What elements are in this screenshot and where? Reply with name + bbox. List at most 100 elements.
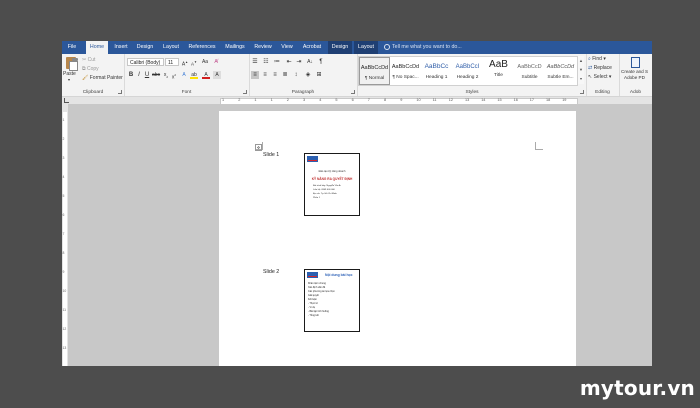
style-name: Heading 2 <box>456 75 479 80</box>
style-title[interactable]: AaB Title <box>483 57 514 85</box>
horizontal-ruler[interactable]: 1 2 1 1 2 3 4 5 6 7 8 9 10 11 12 13 14 15 16 17 18 19 <box>62 97 652 105</box>
increase-indent-icon[interactable]: ⇥ <box>295 58 303 66</box>
slide-2-thumbnail[interactable]: Nội dung bài học Khái niệm chung Xác địn… <box>304 269 360 332</box>
style-no-spacing[interactable]: AaBbCcDd ¶ No Spac... <box>390 57 421 85</box>
ribbon-tab-bar: File Home Insert Design Layout Reference… <box>62 41 652 54</box>
tab-mailings[interactable]: Mailings <box>222 41 248 54</box>
subscript-icon[interactable]: x2 <box>162 71 170 79</box>
style-heading-1[interactable]: AaBbCc Heading 1 <box>421 57 452 85</box>
character-shading-icon[interactable]: A <box>213 71 221 79</box>
slide-2-bullet: - Ví dụ <box>308 306 316 309</box>
multilevel-list-icon[interactable]: ≔ <box>273 58 281 66</box>
tab-references[interactable]: References <box>186 41 218 54</box>
vertical-ruler-number: 2 <box>62 137 65 141</box>
align-center-icon[interactable]: ≡ <box>261 71 269 79</box>
align-right-icon[interactable]: ≡ <box>271 71 279 79</box>
adobe-label-line1: Create and S <box>621 69 649 74</box>
align-left-icon[interactable]: ≡ <box>251 71 259 79</box>
bold-icon[interactable]: B <box>127 71 135 79</box>
superscript-icon[interactable]: x2 <box>170 71 178 81</box>
styles-launcher-icon[interactable] <box>580 90 584 94</box>
tab-design[interactable]: Design <box>134 41 156 54</box>
style-normal[interactable]: AaBbCcDd ¶ Normal <box>359 57 390 85</box>
strikethrough-icon[interactable]: abc <box>152 71 160 79</box>
font-group: Calibri (Body) 11 A▲ A▼ Aa A̸ B I U abc … <box>124 54 250 96</box>
highlight-icon[interactable]: ab <box>190 71 198 79</box>
font-color-icon[interactable]: A <box>202 71 210 79</box>
tab-table-layout[interactable]: Layout <box>354 41 378 54</box>
paragraph-launcher-icon[interactable] <box>351 90 355 94</box>
tell-me-search[interactable]: Tell me what you want to do... <box>384 41 462 54</box>
copy-label: Copy <box>86 66 99 72</box>
show-marks-icon[interactable]: ¶ <box>317 58 325 66</box>
tab-review[interactable]: Review <box>252 41 274 54</box>
ruler-number: 9 <box>400 98 403 102</box>
table-move-handle-icon[interactable]: ✥ <box>255 144 262 151</box>
shading-icon[interactable]: ◈ <box>304 71 312 79</box>
select-button[interactable]: ↖ Select ▾ <box>588 74 611 80</box>
style-name: Subtitle <box>521 75 538 80</box>
slide-1-line: Địa chỉ: Tp. Hồ Chí Minh <box>313 193 337 195</box>
slide-1-thumbnail[interactable]: Đào tạo kỹ năng doanh KỸ NĂNG RA QUYẾT Đ… <box>304 153 360 216</box>
replace-icon: ⇄ <box>588 65 593 71</box>
borders-icon[interactable]: ⊞ <box>315 71 323 79</box>
decrease-indent-icon[interactable]: ⇤ <box>285 58 293 66</box>
style-sample: AaBbCcD <box>517 64 542 70</box>
shrink-font-icon[interactable]: A▼ <box>190 58 198 67</box>
paragraph-group-label: Paragraph <box>291 90 315 95</box>
format-painter-label: Format Painter <box>89 75 123 81</box>
find-button[interactable]: ⌕ Find ▾ <box>588 56 606 62</box>
slide-1-label: Slide 1 <box>263 152 280 158</box>
clear-formatting-icon[interactable]: A̸ <box>212 58 220 66</box>
font-name-select[interactable]: Calibri (Body) <box>127 58 164 66</box>
tab-table-design[interactable]: Design <box>328 41 352 54</box>
ruler-number: 5 <box>335 98 338 102</box>
sort-icon[interactable]: A↓ <box>306 58 314 66</box>
font-launcher-icon[interactable] <box>243 90 247 94</box>
tab-acrobat[interactable]: Acrobat <box>300 41 324 54</box>
slide-1-line: Bài trình bày: Nguyễn Văn A <box>313 185 341 187</box>
tab-view[interactable]: View <box>278 41 296 54</box>
slide-2-label: Slide 2 <box>263 269 280 275</box>
replace-button[interactable]: ⇄ Replace <box>588 65 612 71</box>
style-heading-2[interactable]: AaBbCcI Heading 2 <box>452 57 483 85</box>
bullets-icon[interactable]: ☰ <box>251 58 259 66</box>
tab-selector-icon[interactable] <box>64 98 69 103</box>
tab-insert[interactable]: Insert <box>112 41 130 54</box>
line-spacing-icon[interactable]: ↕ <box>292 71 300 79</box>
scissors-icon: ✂ <box>82 57 87 63</box>
ruler-number: 14 <box>481 98 486 102</box>
numbering-icon[interactable]: ☷ <box>262 58 270 66</box>
format-painter-button[interactable]: 🖌 Format Painter <box>82 75 123 81</box>
justify-icon[interactable]: ≣ <box>281 71 289 79</box>
style-sample: AaBbCc <box>424 63 449 70</box>
styles-more-icon[interactable]: ▾ <box>577 74 584 84</box>
create-pdf-button[interactable]: Create and S Adobe PD <box>619 54 652 86</box>
style-subtle-emphasis[interactable]: AaBbCcDd Subtle Em... <box>545 57 576 85</box>
copy-button[interactable]: ⧉ Copy <box>82 66 99 72</box>
underline-icon[interactable]: U <box>143 71 151 79</box>
paste-button[interactable]: Paste ▾ <box>62 54 80 86</box>
clipboard-launcher-icon[interactable] <box>118 90 122 94</box>
change-case-icon[interactable]: Aa <box>201 58 209 66</box>
styles-scroll-down-icon[interactable]: ▼ <box>577 65 584 74</box>
vertical-ruler[interactable]: 1 2 3 4 5 6 7 8 9 10 11 12 13 <box>62 104 68 366</box>
style-sample: AaBbCcDd <box>391 64 420 70</box>
grow-font-icon[interactable]: A▲ <box>181 58 189 68</box>
document-page[interactable]: ✥ Slide 1 Đào tạo kỹ năng doanh KỸ NĂNG … <box>219 111 576 366</box>
font-size-select[interactable]: 11 <box>165 58 179 66</box>
adobe-group: Create and S Adobe PD Adob <box>619 54 652 96</box>
styles-scroll-up-icon[interactable]: ▲ <box>577 56 584 65</box>
tab-home[interactable]: Home <box>86 41 108 54</box>
tab-layout[interactable]: Layout <box>160 41 182 54</box>
text-effects-icon[interactable]: A <box>180 71 188 79</box>
style-subtitle[interactable]: AaBbCcD Subtitle <box>514 57 545 85</box>
cut-button[interactable]: ✂ Cut <box>82 57 95 63</box>
slide-2-bullet: Các phương án lựa chọn <box>308 290 335 293</box>
slide-2-bullet: Giải quyết <box>308 294 319 297</box>
paste-icon <box>66 57 78 71</box>
find-label: Find <box>592 56 602 62</box>
slide-1-line: Liên hệ: 0909 000 000 <box>313 189 335 191</box>
tab-file[interactable]: File <box>62 41 82 54</box>
italic-icon[interactable]: I <box>135 71 143 79</box>
